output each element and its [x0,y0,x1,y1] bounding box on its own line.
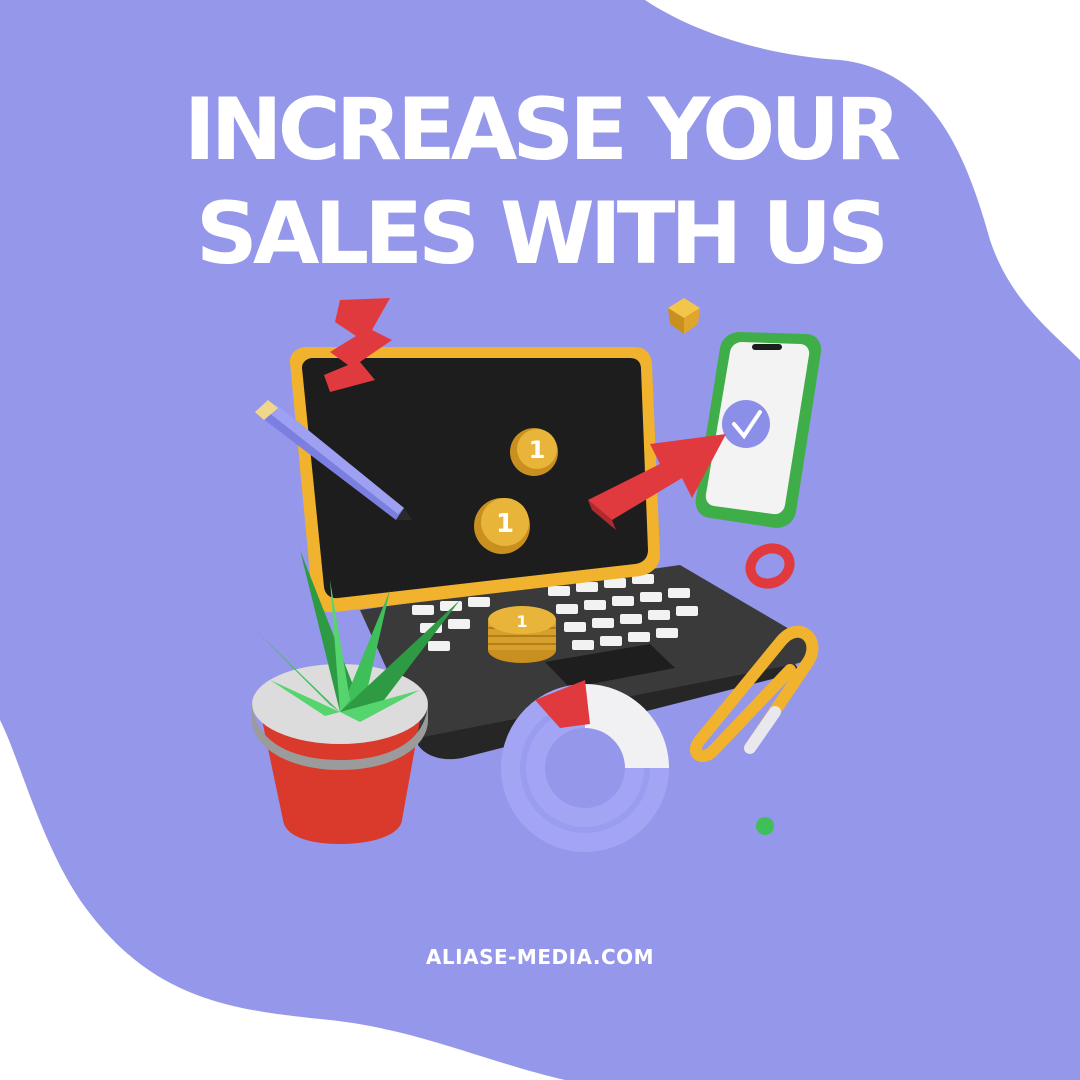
social-post-canvas: INCREASE YOUR SALES WITH US 1 1 1 ALIASE… [0,0,1080,1080]
svg-text:1: 1 [529,436,546,464]
checkmark-icon [722,400,770,448]
website-url[interactable]: ALIASE-MEDIA.COM [0,945,1080,969]
phone-icon [695,332,822,528]
ring-icon [745,543,795,589]
donut-chart-icon [501,680,669,852]
cube-icon [668,298,700,334]
coin-stack: 1 [488,606,556,663]
coin-icon: 1 [474,498,530,554]
svg-text:1: 1 [516,612,527,631]
illustration: 1 1 1 [250,298,822,852]
svg-text:1: 1 [496,509,514,539]
ball-icon [756,817,774,835]
coin-icon: 1 [510,428,558,476]
